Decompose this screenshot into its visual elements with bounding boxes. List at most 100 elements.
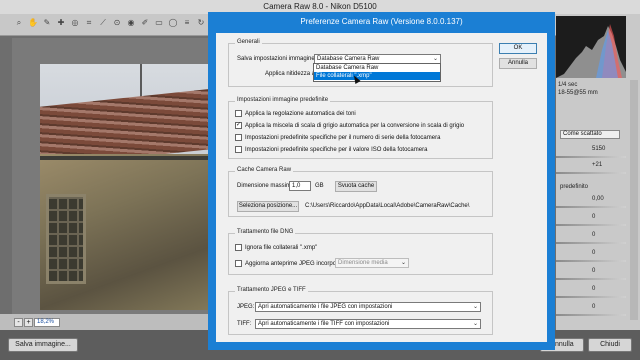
checkbox[interactable] [235,109,242,117]
hand-tool-icon[interactable]: ✋ [28,18,38,28]
histogram [556,16,626,78]
tiff-label: TIFF: [237,321,252,327]
jpeg-handling-value: Apri automaticamente i file JPEG con imp… [258,304,393,310]
jpeg-label: JPEG: [237,304,255,310]
blacks-value[interactable]: 0 [592,286,595,292]
ignore-xmp-label: Ignora file collaterali ".xmp" [245,245,318,251]
tint-slider[interactable] [556,172,626,174]
default-link[interactable]: predefinito [560,184,588,190]
shadows-value[interactable]: 0 [592,250,595,256]
cache-group: Cache Camera Raw Dimensione massima: 1,0… [228,167,493,217]
white-balance-select[interactable]: Come scattato [560,130,620,139]
dropdown-option-database[interactable]: Database Camera Raw [314,64,440,72]
spot-removal-icon[interactable]: ⊙ [112,18,122,28]
chevron-down-icon: ⌄ [472,304,478,310]
whites-slider[interactable] [556,278,626,280]
checkbox[interactable] [235,145,242,153]
temperature-value[interactable]: 5150 [592,146,605,152]
size-unit: GB [315,183,324,189]
select-location-button[interactable]: Seleziona posizione... [237,201,299,212]
save-settings-label: Salva impostazioni immagine in: [237,56,323,62]
save-image-button[interactable]: Salva immagine... [8,338,78,352]
defaults-group: Impostazioni immagine predefinite Applic… [228,97,493,159]
jpeg-handling-select[interactable]: Apri automaticamente i file JPEG con imp… [255,302,481,312]
cache-title: Cache Camera Raw [235,167,294,173]
brush-tool-icon[interactable]: ✐ [140,18,150,28]
highlights-value[interactable]: 0 [592,232,595,238]
highlights-slider[interactable] [556,242,626,244]
dropdown-option-xmp[interactable]: File collaterali ".xmp" [314,72,440,80]
checkbox[interactable] [235,133,242,141]
preferences-icon[interactable]: ≡ [182,18,192,28]
tint-value[interactable]: +21 [592,162,602,168]
max-size-label: Dimensione massima: [237,183,297,189]
defaults-title: Impostazioni immagine predefinite [235,97,331,103]
auto-grayscale-option[interactable]: ✓ Applica la miscela di scala di grigio a… [235,121,465,131]
update-previews-option[interactable]: Aggiorna anteprime JPEG incorporate: [235,259,348,269]
clarity-value[interactable]: 0 [592,304,595,310]
ignore-xmp-option[interactable]: Ignora file collaterali ".xmp" [235,243,318,253]
temperature-slider[interactable] [556,156,626,158]
crop-tool-icon[interactable]: ⌗ [84,18,94,28]
jpeg-tiff-title: Trattamento JPEG e TIFF [235,287,308,293]
chevron-down-icon: ⌄ [400,260,406,266]
zoom-tool-icon[interactable]: ⌕ [14,18,24,28]
photo-preview [40,64,208,310]
contrast-slider[interactable] [556,224,626,226]
iso-option[interactable]: Impostazioni predefinite specifiche per … [235,145,428,155]
checkbox[interactable] [235,243,242,251]
purge-cache-button[interactable]: Svuota cache [335,181,377,192]
dialog-body: Generali Salva impostazioni immagine in:… [216,33,547,342]
preferences-dialog: Preferenze Camera Raw (Versione 8.0.0.13… [208,12,555,350]
panel-scrollbar[interactable] [630,80,638,320]
straighten-tool-icon[interactable]: ⟋ [98,18,108,28]
red-eye-icon[interactable]: ◉ [126,18,136,28]
cache-path: C:\Users\Riccardo\AppData\Local\Adobe\Ca… [305,203,470,209]
gutter [40,156,208,160]
auto-grayscale-label: Applica la miscela di scala di grigio au… [245,123,465,129]
shadows-slider[interactable] [556,260,626,262]
dng-group: Trattamento file DNG Ignora file collate… [228,229,493,275]
save-settings-value: Database Camera Raw [317,56,380,62]
contrast-value[interactable]: 0 [592,214,595,220]
close-button[interactable]: Chiudi [588,338,632,352]
dialog-title: Preferenze Camera Raw (Versione 8.0.0.13… [300,17,463,26]
checkbox-checked[interactable]: ✓ [235,121,242,129]
save-settings-dropdown[interactable]: Database Camera Raw File collaterali ".x… [313,63,441,82]
exposure-value[interactable]: 0,00 [592,196,604,202]
auto-tone-option[interactable]: Applica la regolazione automatica dei to… [235,109,356,119]
max-size-field[interactable]: 1,0 [289,181,311,191]
antenna [140,64,142,98]
iso-label: Impostazioni predefinite specifiche per … [245,147,428,153]
white-balance-tool-icon[interactable]: ✎ [42,18,52,28]
clarity-slider[interactable] [556,314,626,316]
preview-size-select: Dimensione media ⌄ [335,258,409,268]
gradient-filter-icon[interactable]: ▭ [154,18,164,28]
zoom-level[interactable]: 18,2% [34,318,60,327]
tiff-handling-value: Apri automaticamente i file TIFF con imp… [258,321,390,327]
exposure-slider[interactable] [556,206,626,208]
checkbox[interactable] [235,259,242,267]
color-sampler-icon[interactable]: ✚ [56,18,66,28]
general-title: Generali [235,39,262,45]
serial-number-label: Impostazioni predefinite specifiche per … [245,135,441,141]
chevron-down-icon: ⌄ [432,56,438,62]
radial-filter-icon[interactable]: ◯ [168,18,178,28]
tiff-handling-select[interactable]: Apri automaticamente i file TIFF con imp… [255,319,481,329]
jpeg-tiff-group: Trattamento JPEG e TIFF JPEG: Apri autom… [228,287,493,335]
window-grate [46,194,86,284]
dng-title: Trattamento file DNG [235,229,296,235]
auto-tone-label: Applica la regolazione automatica dei to… [245,111,356,117]
blacks-slider[interactable] [556,296,626,298]
dialog-cancel-button[interactable]: Annulla [499,58,537,69]
info-lens: 18-55@55 mm [558,90,598,96]
rotate-icon[interactable]: ↻ [196,18,206,28]
zoom-out-button[interactable]: - [14,318,23,327]
whites-value[interactable]: 0 [592,268,595,274]
ok-button[interactable]: OK [499,43,537,54]
info-shutter: 1/4 sec [558,82,578,88]
target-adjust-icon[interactable]: ◎ [70,18,80,28]
serial-number-option[interactable]: Impostazioni predefinite specifiche per … [235,133,441,143]
chevron-down-icon: ⌄ [472,321,478,327]
zoom-in-button[interactable]: + [24,318,33,327]
